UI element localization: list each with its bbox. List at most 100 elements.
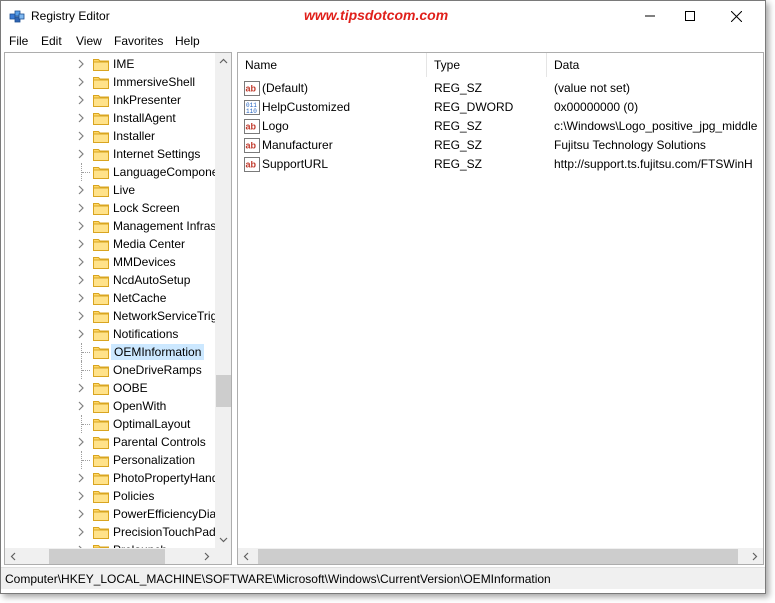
expand-chevron-icon[interactable] [76,202,86,214]
list-horizontal-scroll-thumb[interactable] [258,549,738,564]
value-data: http://support.ts.fujitsu.com/FTSWinH [554,157,753,171]
expand-chevron-icon[interactable] [76,400,86,412]
registry-key-tree[interactable]: IME ImmersiveShell InkPresenter InstallAgen… [4,52,232,565]
column-header-type[interactable]: Type [427,53,547,77]
tree-item[interactable]: Live [5,181,215,199]
tree-item[interactable]: Notifications [5,325,215,343]
tree-item[interactable]: OptimalLayout [5,415,215,433]
menu-file[interactable]: File [9,34,28,48]
tree-item[interactable]: Lock Screen [5,199,215,217]
expand-chevron-icon[interactable] [76,220,86,232]
expand-chevron-icon[interactable] [76,382,86,394]
tree-item-label: Management Infras [113,219,217,233]
tree-item[interactable]: InstallAgent [5,109,215,127]
scroll-left-arrow-icon[interactable] [5,548,22,564]
scroll-right-arrow-icon[interactable] [746,548,763,564]
tree-item[interactable]: Management Infras [5,217,217,235]
expand-chevron-icon[interactable] [76,148,86,160]
tree-item-label: OptimalLayout [113,417,191,431]
tree-horizontal-scroll-thumb[interactable] [49,549,165,564]
expand-chevron-icon[interactable] [76,184,86,196]
scroll-right-arrow-icon[interactable] [198,548,215,564]
folder-icon [93,525,109,539]
close-button[interactable] [713,1,759,31]
tree-item[interactable]: NcdAutoSetup [5,271,215,289]
folder-icon [93,381,109,395]
string-value-icon: ab [244,119,260,134]
expand-chevron-icon[interactable] [76,310,86,322]
expand-chevron-icon[interactable] [76,112,86,124]
folder-icon [93,165,109,179]
value-row[interactable]: ab Logo REG_SZ c:\Windows\Logo_positive_jpg… [238,117,763,136]
tree-item[interactable]: OEMInformation [5,343,215,361]
tree-vertical-scroll-thumb[interactable] [216,375,231,407]
expand-chevron-icon[interactable] [76,436,86,448]
expand-chevron-icon[interactable] [76,490,86,502]
expand-chevron-icon[interactable] [76,256,86,268]
folder-icon [93,507,109,521]
expand-chevron-icon[interactable] [76,292,86,304]
tree-item[interactable]: IME [5,55,215,73]
folder-icon [93,417,109,431]
tree-item[interactable]: Internet Settings [5,145,215,163]
registry-values-list[interactable]: Name Type Data ab (Default) REG_SZ (value n… [237,52,764,565]
tree-item[interactable]: OpenWith [5,397,215,415]
value-data: c:\Windows\Logo_positive_jpg_middle [554,119,758,133]
menu-favorites[interactable]: Favorites [114,34,163,48]
menu-help[interactable]: Help [175,34,200,48]
expand-chevron-icon[interactable] [76,58,86,70]
tree-item[interactable]: LanguageCompone [5,163,218,181]
expand-chevron-icon[interactable] [76,238,86,250]
scroll-left-arrow-icon[interactable] [238,548,255,564]
expand-chevron-icon[interactable] [76,526,86,538]
value-row[interactable]: ab Manufacturer REG_SZ Fujitsu Technology S… [238,136,763,155]
tree-item[interactable]: ImmersiveShell [5,73,215,91]
tree-item[interactable]: Policies [5,487,215,505]
tree-item[interactable]: PhotoPropertyHand [5,469,218,487]
folder-icon [93,237,109,251]
tree-item-label: Parental Controls [113,435,206,449]
value-data: 0x00000000 (0) [554,100,639,114]
expand-chevron-icon[interactable] [76,328,86,340]
tree-item[interactable]: Parental Controls [5,433,215,451]
expand-chevron-icon[interactable] [76,130,86,142]
value-type: REG_SZ [434,138,483,152]
registry-editor-icon [9,8,25,24]
tree-item[interactable]: Media Center [5,235,215,253]
value-row[interactable]: 011 110 HelpCustomized REG_DWORD 0x00000000 … [238,98,763,117]
tree-item[interactable]: PowerEfficiencyDia [5,505,216,523]
title-bar[interactable]: Registry Editor www.tipsdotcom.com [1,1,765,31]
expand-chevron-icon[interactable] [76,94,86,106]
tree-item[interactable]: OOBE [5,379,215,397]
tree-item[interactable]: OneDriveRamps [5,361,215,379]
folder-icon [93,309,109,323]
value-type: REG_SZ [434,119,483,133]
scroll-up-arrow-icon[interactable] [215,53,231,70]
expand-chevron-icon[interactable] [76,76,86,88]
scroll-down-arrow-icon[interactable] [215,531,231,548]
tree-item[interactable]: NetCache [5,289,215,307]
value-name: Manufacturer [262,138,333,152]
tree-item-label: ImmersiveShell [113,75,196,89]
tree-vertical-scrollbar[interactable] [215,53,231,548]
menu-view[interactable]: View [76,34,102,48]
tree-connector-line [82,172,90,173]
list-horizontal-scrollbar[interactable] [238,548,763,564]
tree-item[interactable]: Installer [5,127,215,145]
tree-item[interactable]: PrecisionTouchPad [5,523,216,541]
tree-horizontal-scrollbar[interactable] [5,548,215,564]
value-row[interactable]: ab (Default) REG_SZ (value not set) [238,79,763,98]
svg-text:ab: ab [246,84,257,94]
column-header-data[interactable]: Data [547,53,763,77]
tree-item[interactable]: InkPresenter [5,91,215,109]
menu-edit[interactable]: Edit [41,34,62,48]
column-header-name[interactable]: Name [238,53,427,77]
expand-chevron-icon[interactable] [76,508,86,520]
value-row[interactable]: ab SupportURL REG_SZ http://support.ts.fuji… [238,155,763,174]
tree-item[interactable]: NetworkServiceTrig [5,307,217,325]
tree-item[interactable]: MMDevices [5,253,215,271]
expand-chevron-icon[interactable] [76,274,86,286]
tree-item[interactable]: Personalization [5,451,215,469]
expand-chevron-icon[interactable] [76,472,86,484]
maximize-button[interactable] [667,1,713,31]
